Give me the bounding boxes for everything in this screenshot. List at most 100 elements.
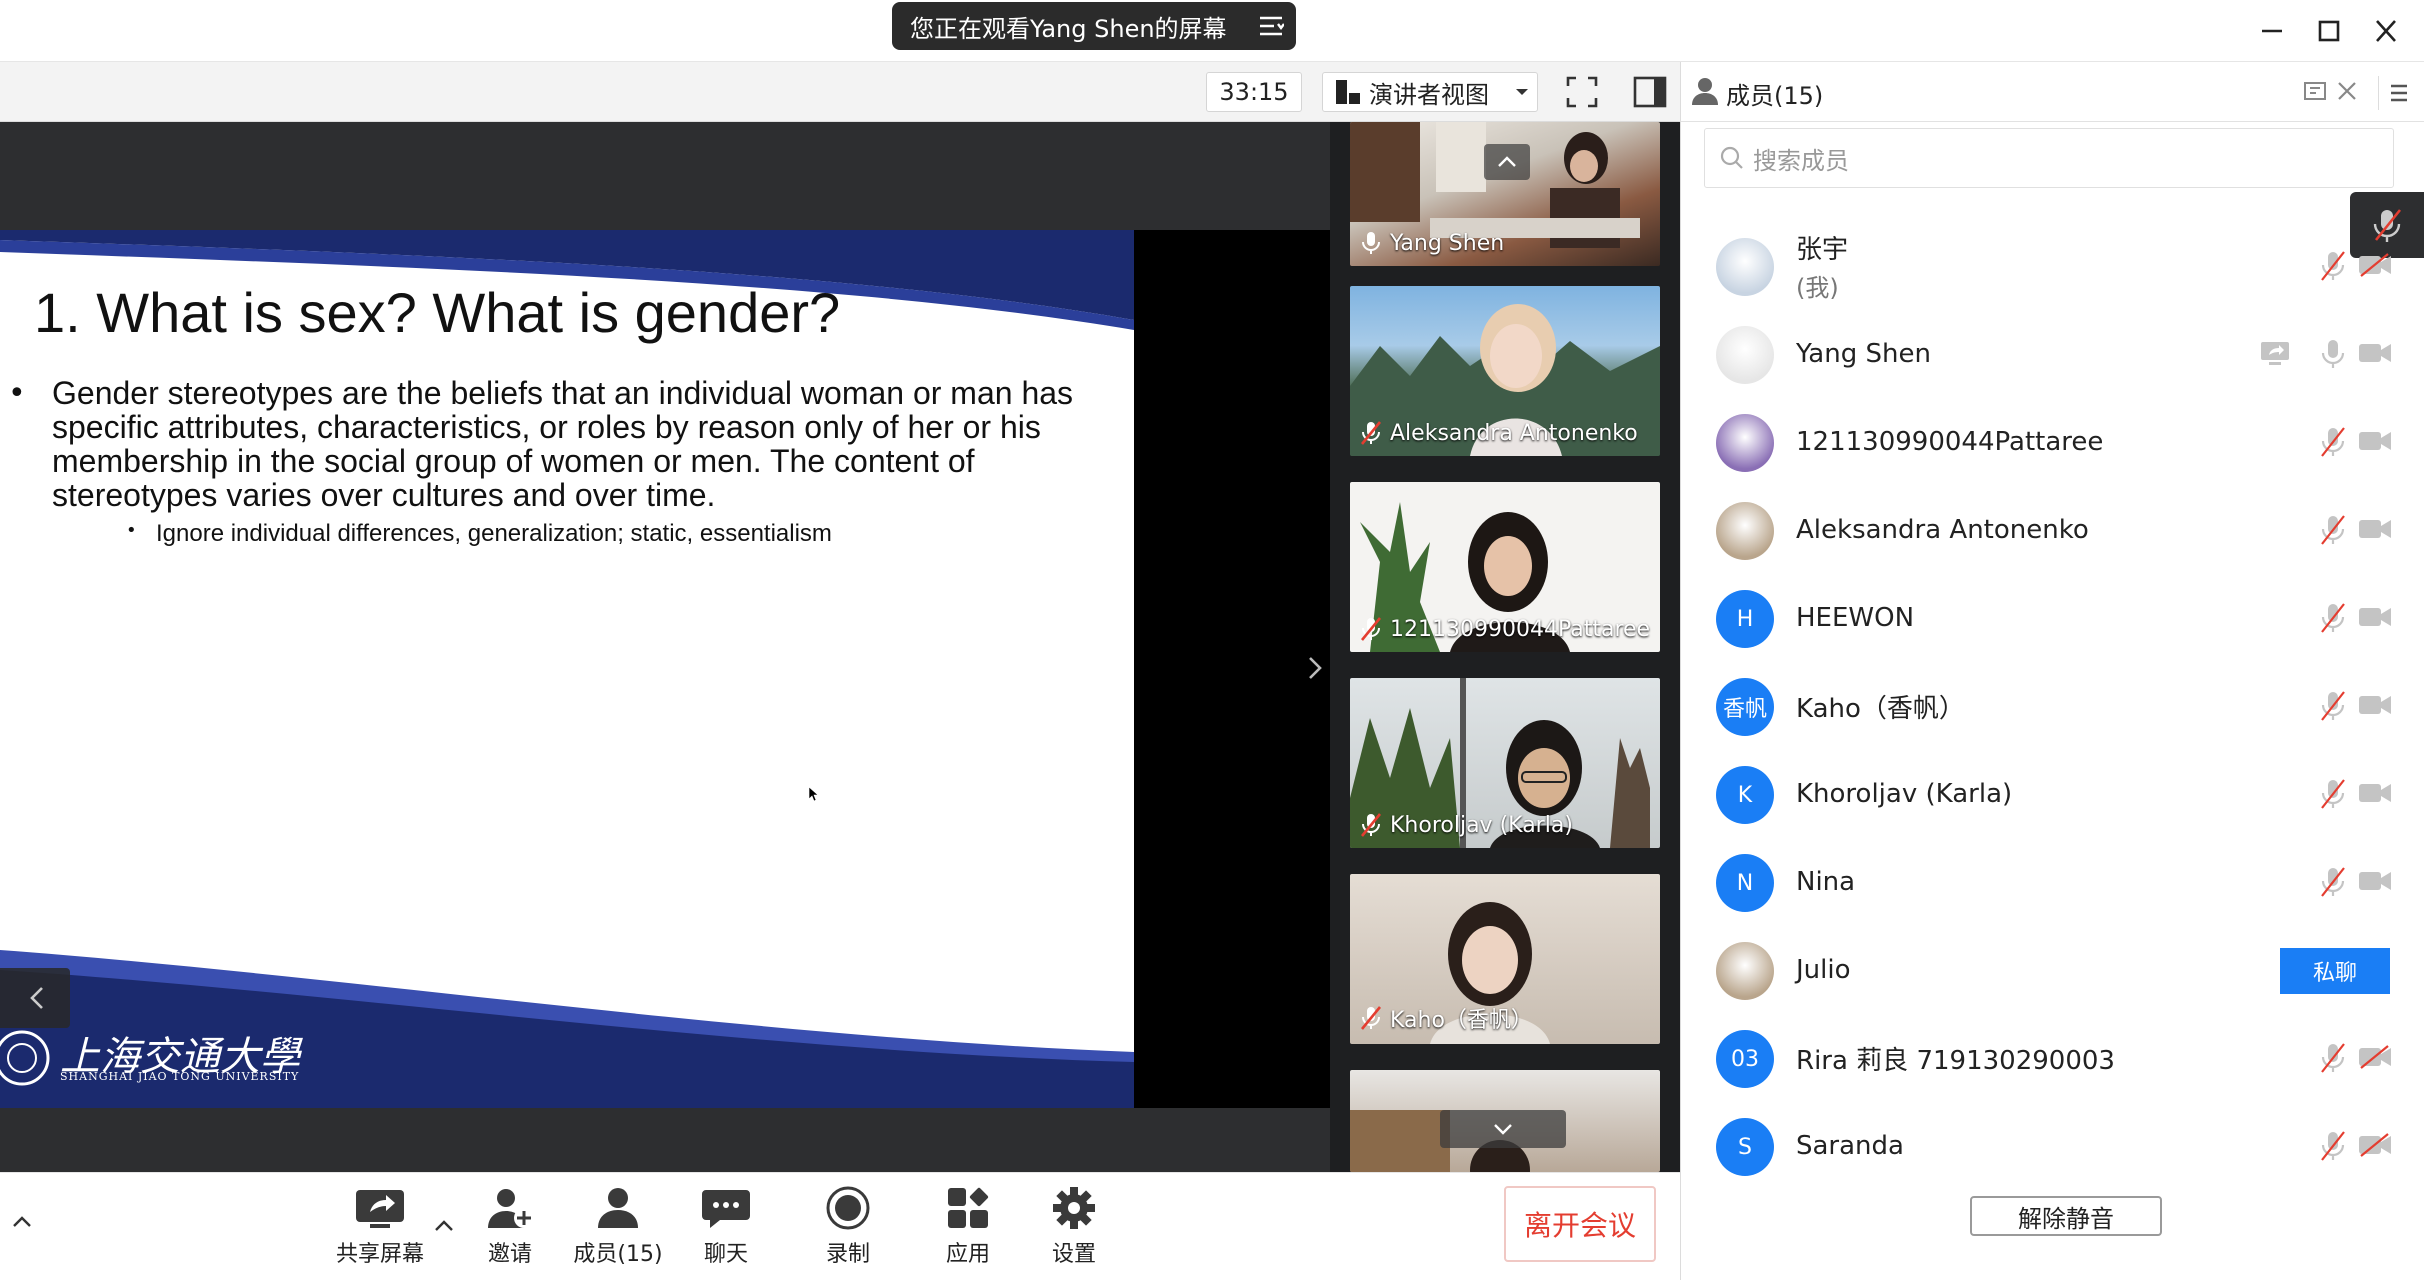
member-name-block: Saranda [1796,1102,1904,1190]
close-panel-icon[interactable] [2334,78,2360,104]
chat-label: 聊天 [703,1242,748,1267]
members-button[interactable]: 成员(15) [566,1186,670,1274]
unmute-all-button[interactable]: 解除静音 [1970,1196,2162,1236]
muted-microphone-icon[interactable] [2318,1042,2348,1074]
chevron-up-icon[interactable] [8,1208,36,1236]
member-name-block: HEEWON [1796,574,1914,662]
camera-off-icon[interactable] [2358,252,2392,278]
fullscreen-icon[interactable] [1562,72,1602,112]
member-name: Saranda [1796,1131,1904,1161]
avatar: 03 [1716,1030,1774,1088]
avatar [1716,502,1774,560]
video-tile[interactable]: Aleksandra Antonenko [1350,286,1660,456]
camera-icon[interactable] [2358,604,2392,630]
previous-arrow-icon[interactable] [0,968,70,1028]
member-row[interactable]: N Nina [1700,838,2400,926]
invite-button[interactable]: 邀请 [458,1186,562,1274]
video-tile[interactable]: Khoroljav (Karla) [1350,678,1660,848]
muted-microphone-icon[interactable] [2318,866,2348,898]
camera-icon[interactable] [2358,868,2392,894]
view-mode-select[interactable]: 演讲者视图 [1322,72,1538,112]
invite-label: 邀请 [487,1242,532,1267]
video-tile[interactable] [1350,1070,1660,1172]
screen-share-banner[interactable]: 您正在观看Yang Shen的屏幕 [892,2,1296,50]
member-name-block: 张宇 (我) [1796,222,1848,310]
member-search-input[interactable]: 搜索成员 [1704,128,2394,188]
muted-microphone-icon[interactable] [2318,778,2348,810]
video-tile[interactable]: Kaho（香帆） [1350,874,1660,1044]
share-banner-text: 您正在观看Yang Shen的屏幕 [910,14,1227,43]
video-tile[interactable]: 121130990044Pattaree [1350,482,1660,652]
camera-off-icon[interactable] [2358,1044,2392,1070]
video-tile[interactable]: Yang Shen [1350,122,1660,266]
member-name-block: 121130990044Pattaree [1796,398,2103,486]
camera-off-icon[interactable] [2358,1132,2392,1158]
slide-bullet-1: Gender stereotypes are the beliefs that … [52,375,1074,513]
apps-button[interactable]: 应用 [916,1186,1020,1274]
popout-icon[interactable] [2302,78,2328,104]
maximize-icon[interactable] [2308,14,2348,48]
member-row[interactable]: H HEEWON [1700,574,2400,662]
record-icon [826,1186,870,1230]
chevron-down-icon[interactable] [1440,1110,1566,1148]
chat-button[interactable]: 聊天 [674,1186,778,1274]
chevron-up-icon[interactable] [430,1212,458,1240]
chevron-right-icon[interactable] [1300,648,1330,688]
screen-share-icon [2260,340,2290,366]
chevron-down-icon [1516,89,1528,95]
member-row[interactable]: 03 Rira 莉良 719130290003 [1700,1014,2400,1102]
member-row[interactable]: K Khoroljav (Karla) [1700,750,2400,838]
leave-meeting-button[interactable]: 离开会议 [1504,1186,1656,1262]
minimize-icon[interactable] [2252,14,2292,48]
meeting-window: 您正在观看Yang Shen的屏幕 33:15 演讲者视图 成员(15) 1. … [0,0,2424,1280]
member-row[interactable]: 香帆 Kaho（香帆） [1700,662,2400,750]
members-icon [598,1188,638,1228]
muted-microphone-icon[interactable] [2318,1130,2348,1162]
camera-icon[interactable] [2358,340,2392,366]
settings-button[interactable]: 设置 [1022,1186,1126,1274]
muted-microphone-icon[interactable] [2318,250,2348,282]
member-row[interactable]: Julio 私聊 [1700,926,2400,1014]
muted-microphone-icon[interactable] [2318,690,2348,722]
member-name: HEEWON [1796,603,1915,633]
member-row[interactable]: 张宇 (我) [1700,222,2400,310]
avatar: 香帆 [1716,678,1774,736]
member-name-block: Kaho（香帆） [1796,662,1965,750]
member-row[interactable]: 121130990044Pattaree [1700,398,2400,486]
member-self-tag: (我) [1796,274,1839,302]
member-name-block: Nina [1796,838,1855,926]
member-row[interactable]: S Saranda [1700,1102,2400,1190]
camera-icon[interactable] [2358,516,2392,542]
apps-icon [948,1187,989,1228]
member-name: Kaho（香帆） [1796,693,1965,724]
tile-name-label: Khoroljav (Karla) [1360,812,1573,838]
gear-icon [1053,1187,1095,1229]
camera-icon[interactable] [2358,692,2392,718]
camera-icon[interactable] [2358,428,2392,454]
sidebar-toggle-icon[interactable] [1630,72,1670,112]
search-icon [1720,146,1743,169]
member-name-block: Rira 莉良 719130290003 [1796,1014,2115,1102]
member-name: 121130990044Pattaree [1796,427,2104,457]
microphone-icon [1362,232,1380,254]
record-button[interactable]: 录制 [796,1186,900,1274]
microphone-icon[interactable] [2318,338,2348,370]
member-name-block: Khoroljav (Karla) [1796,750,2012,838]
muted-microphone-icon[interactable] [2318,514,2348,546]
member-row[interactable]: Aleksandra Antonenko [1700,486,2400,574]
member-row[interactable]: Yang Shen [1700,310,2400,398]
chevron-up-icon[interactable] [1484,144,1530,180]
camera-icon[interactable] [2358,780,2392,806]
close-icon[interactable] [2366,14,2406,48]
muted-microphone-icon[interactable] [2318,602,2348,634]
menu-icon[interactable] [1258,14,1284,38]
private-chat-button[interactable]: 私聊 [2280,948,2390,994]
share-screen-button[interactable]: 共享屏幕 [328,1186,432,1274]
avatar [1716,414,1774,472]
member-name-block: Julio [1796,926,1851,1014]
members-icon [1690,76,1720,106]
menu-icon[interactable] [2378,76,2418,110]
bullet-dot: • [126,520,137,541]
slide-bullet-2: Ignore individual differences, generaliz… [156,520,832,547]
muted-microphone-icon[interactable] [2318,426,2348,458]
